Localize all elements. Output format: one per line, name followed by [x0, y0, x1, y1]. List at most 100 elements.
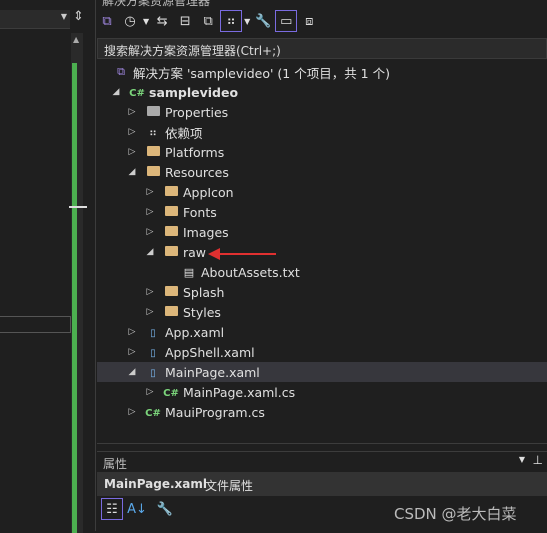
scrollbar[interactable]: ▲	[69, 33, 87, 533]
tree-item[interactable]: ▷ Images	[97, 222, 547, 242]
solution-explorer: 解决方案资源管理器 ⧉ ◷ ▼ ⇆ ⊟ ⧉ ⠶ ▼ 🔧 ▭ ⧈ 搜索解决方案资源管理…	[97, 0, 547, 532]
switch-views-icon[interactable]: ⧉	[97, 11, 117, 31]
tree-item[interactable]: ◢ raw	[97, 242, 547, 262]
tree-item-label: Splash	[183, 284, 225, 300]
object-name: MainPage.xaml	[104, 477, 208, 491]
folder-icon	[163, 185, 179, 199]
tree-item[interactable]: ◢ C# samplevideo	[97, 82, 547, 102]
collapsed-arrow-icon[interactable]: ▷	[145, 207, 155, 217]
add-diagram-icon[interactable]: ⧈	[299, 11, 319, 31]
chevron-down-icon: ▼	[60, 12, 67, 21]
change-indicator	[72, 63, 77, 533]
expanded-arrow-icon[interactable]: ◢	[127, 367, 137, 377]
tree-item[interactable]: ▷ Splash	[97, 282, 547, 302]
tree-item[interactable]: ▷ C# MainPage.xaml.cs	[97, 382, 547, 402]
tree-item[interactable]: ▷ AppIcon	[97, 182, 547, 202]
tree-item[interactable]: ▷ Platforms	[97, 142, 547, 162]
preview-icon[interactable]: ▭	[275, 10, 298, 32]
tree-item-label: Properties	[165, 104, 229, 120]
collapsed-arrow-icon[interactable]: ▷	[127, 127, 137, 137]
wrench-icon[interactable]: 🔧	[253, 11, 273, 31]
collapsed-arrow-icon[interactable]: ▷	[145, 287, 155, 297]
folder-icon	[163, 225, 179, 239]
show-all-files-icon[interactable]: ⠶	[220, 10, 243, 32]
collapsed-arrow-icon[interactable]: ▷	[127, 327, 137, 337]
tree-item-label: 依赖项	[165, 125, 203, 141]
toolbar: ⧉ ◷ ▼ ⇆ ⊟ ⧉ ⠶ ▼ 🔧 ▭ ⧈	[97, 10, 319, 32]
watermark: CSDN @老大白菜	[394, 505, 517, 523]
tree-item-label: AppShell.xaml	[165, 344, 255, 360]
tree-item-label: MainPage.xaml	[165, 364, 260, 380]
tree-item-label: MauiProgram.cs	[165, 404, 265, 420]
properties-panel: 属性 ▼ ⊥ MainPage.xaml 文件属性 ☷ A↓ 🔧 CSDN @老…	[97, 451, 547, 532]
tree-item-label: Resources	[165, 164, 229, 180]
tree-item[interactable]: ▷ ⠶ 依赖项	[97, 122, 547, 142]
tree-item-label: raw	[183, 244, 207, 260]
collapsed-arrow-icon[interactable]: ▷	[127, 147, 137, 157]
tree-item-label: Images	[183, 224, 229, 240]
left-panel: ▼ ⇕ ▲	[0, 0, 96, 533]
expanded-arrow-icon[interactable]: ◢	[111, 87, 121, 97]
search-placeholder: 搜索解决方案资源管理器(Ctrl+;)	[104, 44, 281, 58]
collapsed-arrow-icon[interactable]: ▷	[145, 187, 155, 197]
folder-icon	[163, 305, 179, 319]
folder-icon	[163, 285, 179, 299]
collapse-all-icon[interactable]: ⊟	[175, 11, 195, 31]
copy-icon[interactable]: ⧉	[198, 11, 218, 31]
tree-item[interactable]: ▷ Styles	[97, 302, 547, 322]
tree-item[interactable]: ▤ AboutAssets.txt	[97, 262, 547, 282]
collapsed-arrow-icon[interactable]: ▷	[127, 107, 137, 117]
history-icon[interactable]: ◷	[120, 11, 140, 31]
sync-icon[interactable]: ⇆	[152, 11, 172, 31]
sort-alpha-icon[interactable]: A↓	[127, 499, 147, 519]
tree-item-label: 解决方案 'samplevideo' (1 个项目，共 1 个)	[133, 65, 390, 81]
tree-item[interactable]: ▷ Fonts	[97, 202, 547, 222]
tree-item-label: MainPage.xaml.cs	[183, 384, 296, 400]
tree-item-label: AboutAssets.txt	[201, 264, 300, 280]
object-type: 文件属性	[205, 479, 254, 493]
tree-item[interactable]: ◢ Resources	[97, 162, 547, 182]
tree-item-label: AppIcon	[183, 184, 234, 200]
split-icon[interactable]: ⇕	[73, 9, 84, 24]
solution-tree: ⧉ 解决方案 'samplevideo' (1 个项目，共 1 个) ◢ C# samp…	[97, 62, 547, 442]
search-input[interactable]: 搜索解决方案资源管理器(Ctrl+;)	[97, 38, 547, 59]
panel-title: 解决方案资源管理器	[102, 0, 211, 8]
folder-icon	[145, 165, 161, 179]
tree-item[interactable]: ▷ ▯ AppShell.xaml	[97, 342, 547, 362]
pin-icon[interactable]: ⊥	[533, 453, 543, 467]
solution-icon: ⧉	[117, 65, 125, 78]
dependencies-icon: ⠶	[148, 125, 158, 139]
dropdown[interactable]: ▼	[0, 10, 70, 29]
tree-item[interactable]: ▷ C# MauiProgram.cs	[97, 402, 547, 422]
text-file-icon: ▤	[183, 265, 195, 279]
expanded-arrow-icon[interactable]: ◢	[145, 247, 155, 257]
expanded-arrow-icon[interactable]: ◢	[127, 167, 137, 177]
scroll-thumb[interactable]	[69, 206, 87, 208]
categorized-icon[interactable]: ☷	[101, 498, 123, 520]
csharp-file-icon: C#	[145, 407, 161, 419]
wrench-folder-icon	[145, 105, 161, 119]
collapsed-arrow-icon[interactable]: ▷	[145, 387, 155, 397]
tree-item-label: App.xaml	[165, 324, 225, 340]
collapsed-arrow-icon[interactable]: ▷	[127, 407, 137, 417]
collapsed-arrow-icon[interactable]: ▷	[145, 307, 155, 317]
csharp-file-icon: C#	[163, 387, 179, 399]
csharp-project-icon: C#	[129, 87, 145, 99]
tree-item[interactable]: ◢ ▯ MainPage.xaml	[97, 362, 547, 382]
tree-item[interactable]: ⧉ 解决方案 'samplevideo' (1 个项目，共 1 个)	[97, 62, 547, 82]
collapsed-arrow-icon[interactable]: ▷	[145, 227, 155, 237]
xaml-file-icon: ▯	[150, 347, 156, 359]
tree-item-label: Platforms	[165, 144, 225, 160]
property-pages-icon[interactable]: 🔧	[155, 499, 175, 519]
tree-item[interactable]: ▷ Properties	[97, 102, 547, 122]
properties-object: MainPage.xaml 文件属性	[97, 472, 547, 496]
dropdown-icon[interactable]: ▼	[519, 455, 525, 464]
xaml-file-icon: ▯	[150, 367, 156, 379]
tree-item-label: Fonts	[183, 204, 217, 220]
xaml-file-icon: ▯	[150, 327, 156, 339]
folder-icon	[163, 205, 179, 219]
input-box[interactable]	[0, 316, 71, 333]
tree-item[interactable]: ▷ ▯ App.xaml	[97, 322, 547, 342]
collapsed-arrow-icon[interactable]: ▷	[127, 347, 137, 357]
properties-title: 属性	[103, 457, 128, 471]
